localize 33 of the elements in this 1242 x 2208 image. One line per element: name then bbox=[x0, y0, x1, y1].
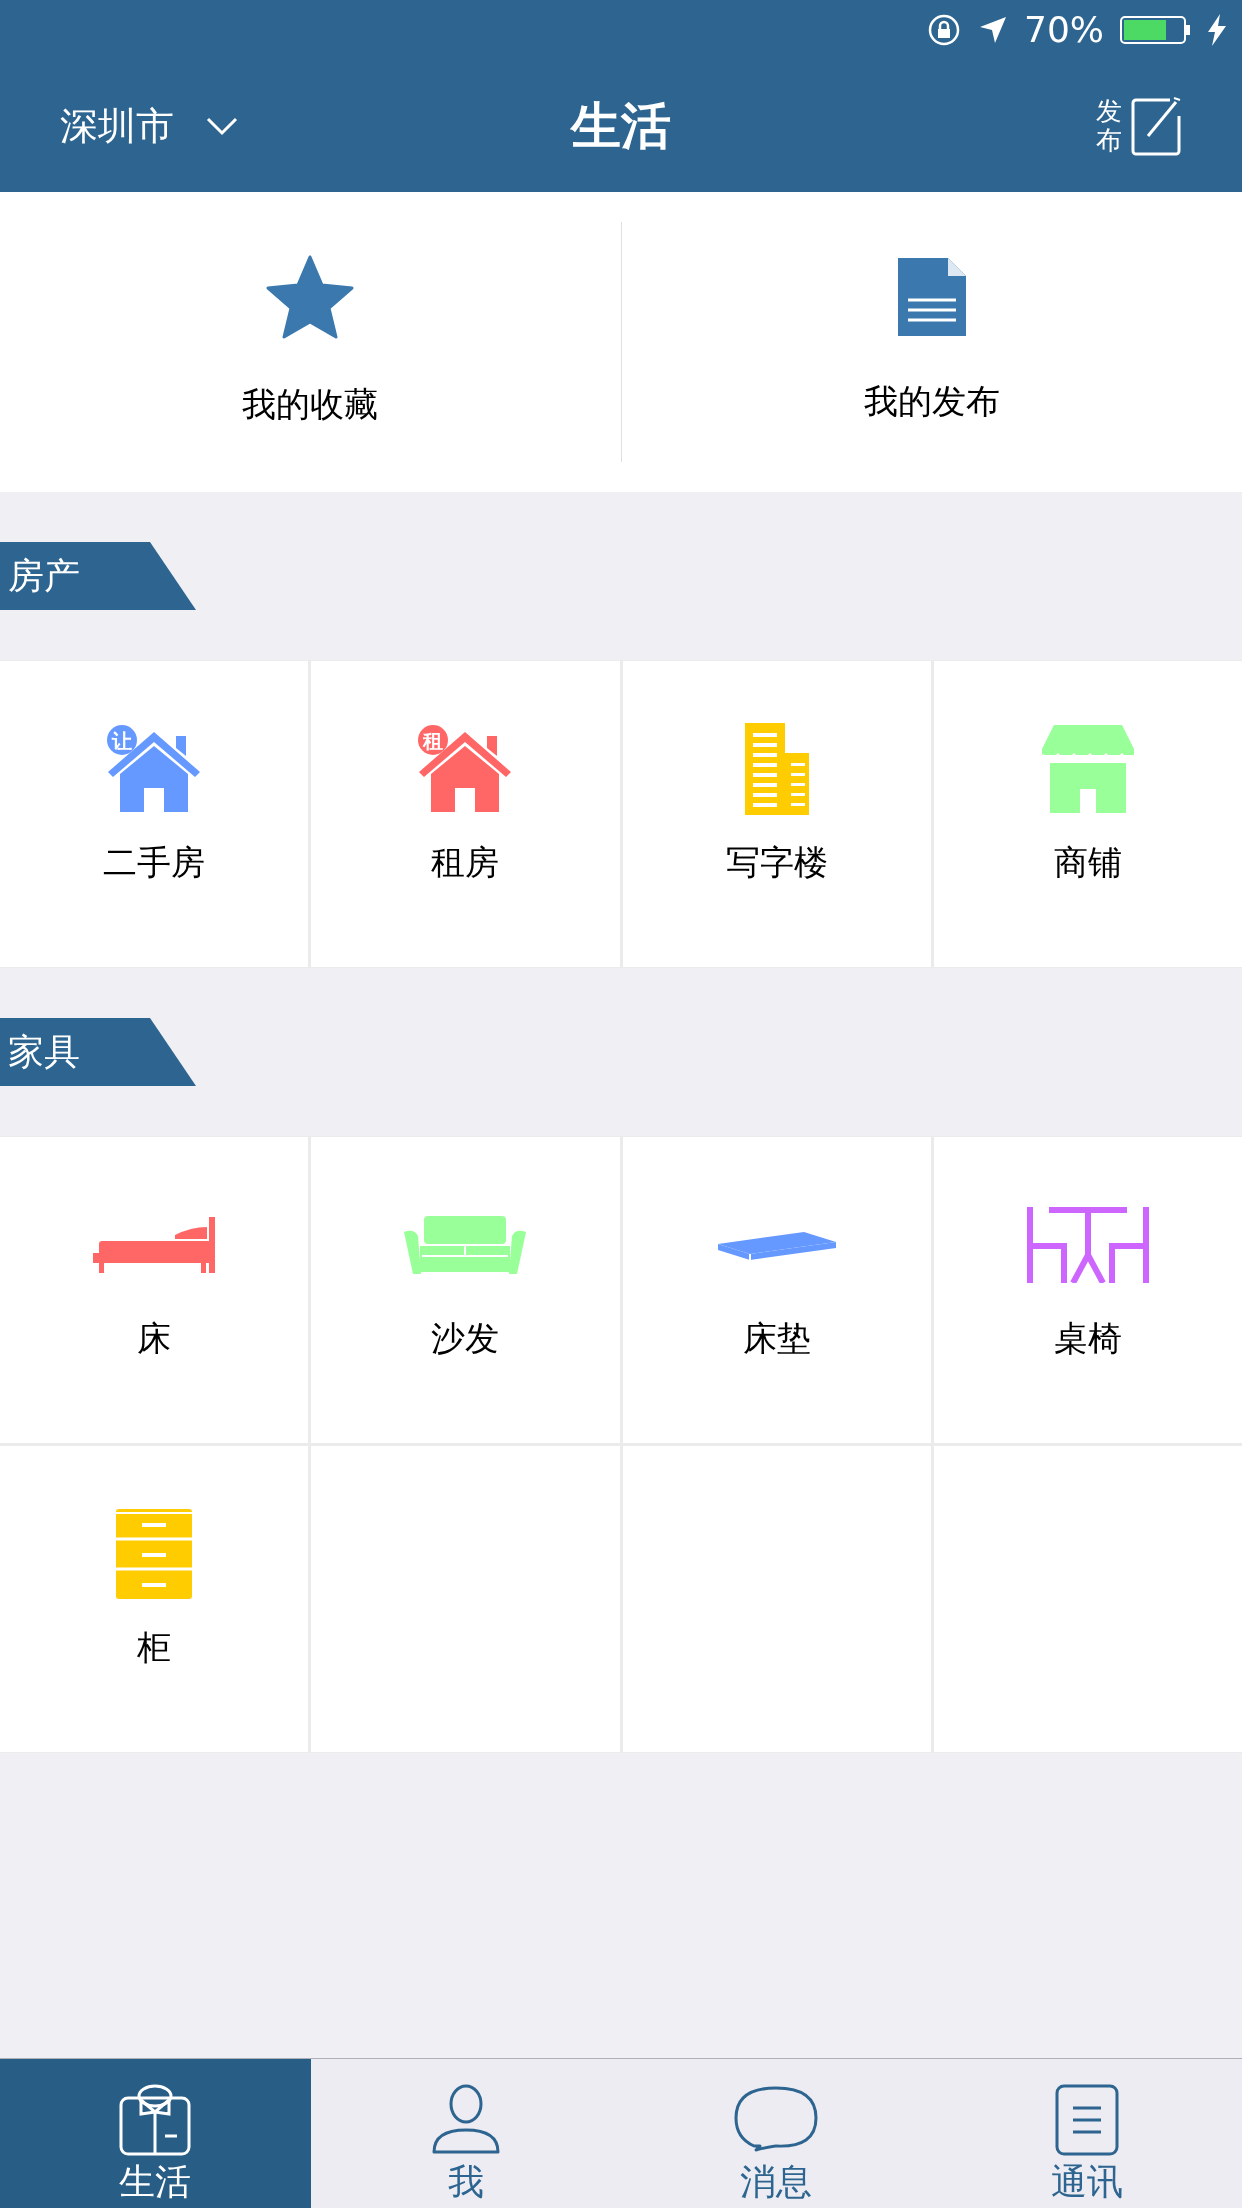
badge-label: 让 bbox=[110, 728, 134, 754]
tab-bar-item[interactable]: 消息 bbox=[621, 2059, 932, 2208]
battery-icon bbox=[1120, 15, 1192, 45]
charging-bolt-icon bbox=[1208, 14, 1226, 46]
list-icon bbox=[1054, 2084, 1119, 2156]
star-icon bbox=[266, 254, 355, 339]
category-tile[interactable]: 沙发 bbox=[311, 1137, 620, 1443]
category-tile[interactable]: 商铺 bbox=[933, 661, 1242, 967]
battery-percentage: 70% bbox=[1024, 12, 1104, 48]
category-tile[interactable]: 租 租房 bbox=[311, 661, 620, 967]
section-header: 家具 bbox=[0, 1018, 196, 1086]
category-tile[interactable]: 床 bbox=[0, 1137, 309, 1443]
shortcut-tile[interactable]: 我的收藏 bbox=[0, 222, 621, 462]
tab-bar-item[interactable]: 通讯 bbox=[931, 2059, 1242, 2208]
category-tile[interactable]: 床垫 bbox=[622, 1137, 931, 1443]
category-tile[interactable]: 柜 bbox=[0, 1446, 309, 1752]
rotation-lock-icon bbox=[926, 12, 962, 48]
edit-icon bbox=[1130, 96, 1182, 156]
category-tile[interactable]: 写字楼 bbox=[622, 661, 931, 967]
shirt-icon bbox=[119, 2084, 192, 2156]
category-tile[interactable]: 桌椅 bbox=[933, 1137, 1242, 1443]
document-icon bbox=[897, 257, 966, 336]
shortcut-tile[interactable]: 我的发布 bbox=[620, 222, 1242, 462]
section-header: 房产 bbox=[0, 542, 196, 610]
location-arrow-icon bbox=[978, 15, 1008, 45]
chevron-down-icon bbox=[206, 116, 238, 136]
publish-button[interactable]: 发布 bbox=[1096, 96, 1182, 156]
tab-bar-item[interactable]: 生活 bbox=[0, 2059, 311, 2208]
tab-bar-item[interactable]: 我 bbox=[310, 2059, 621, 2208]
page-title: 生活 bbox=[571, 95, 671, 157]
city-selector[interactable]: 深圳市 bbox=[60, 97, 238, 155]
category-tile[interactable]: 让 二手房 bbox=[0, 661, 309, 967]
badge-label: 租 bbox=[421, 728, 445, 754]
